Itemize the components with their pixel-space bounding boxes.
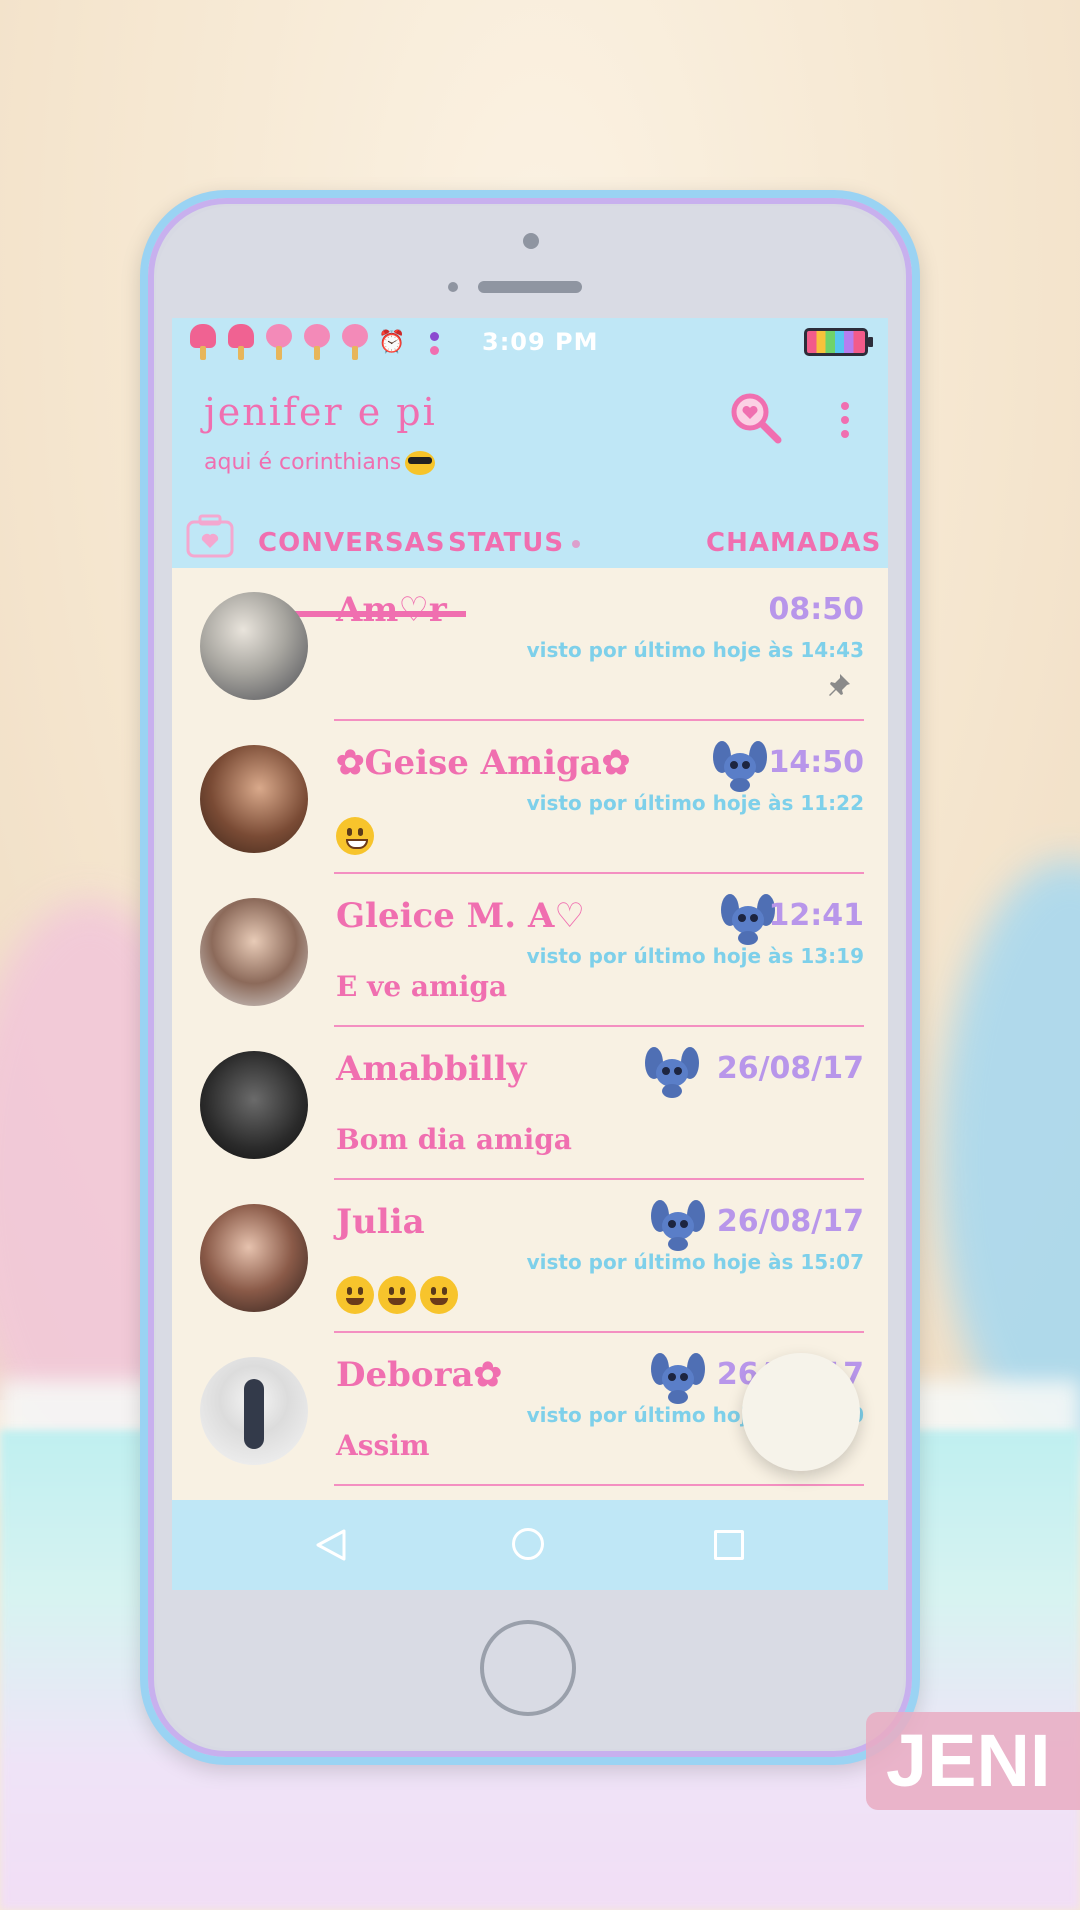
tab-chamadas[interactable]: CHAMADAS — [706, 528, 881, 558]
signal-icon — [427, 324, 441, 362]
phone-screen: ⏰ 3:09 PM jenifer e pi aqui é corinthian… — [172, 318, 888, 1590]
row-divider — [334, 1484, 864, 1486]
chat-time: 12:41 — [768, 898, 865, 933]
avatar[interactable] — [200, 592, 308, 700]
sensor-dot — [448, 282, 458, 292]
chat-name: Gleice M. A♡ — [336, 896, 585, 936]
avatar[interactable] — [200, 1357, 308, 1465]
chat-row[interactable]: Julia 26/08/17 visto por último hoje às … — [172, 1180, 888, 1333]
status-bar: ⏰ 3:09 PM — [172, 318, 888, 368]
stitch-sticker-icon — [651, 1200, 705, 1251]
tab-conversas[interactable]: CONVERSAS — [258, 528, 445, 558]
app-subtitle: aqui é corinthians — [204, 450, 436, 475]
avatar[interactable] — [200, 898, 308, 1006]
chat-row[interactable]: Gleice M. A♡ 12:41 visto por último hoje… — [172, 874, 888, 1027]
last-seen: visto por último hoje às 15:07 — [526, 1250, 864, 1274]
smile-emoji-icon — [420, 1276, 458, 1314]
icecream-icon — [302, 324, 332, 362]
alarm-icon: ⏰ — [378, 330, 406, 355]
last-seen: visto por último hoje às 14:43 — [526, 638, 864, 662]
avatar[interactable] — [200, 1051, 308, 1159]
watermark-badge: JENI — [866, 1712, 1080, 1810]
status-time: 3:09 PM — [482, 328, 599, 356]
last-seen: visto por último hoje às 11:22 — [526, 791, 864, 815]
chat-name: Amabbilly — [336, 1049, 527, 1089]
last-seen: visto por último hoje às 13:19 — [526, 944, 864, 968]
tab-status[interactable]: STATUS — [448, 528, 581, 558]
popsicle-icon — [188, 324, 218, 362]
stitch-sticker-icon — [645, 1047, 699, 1098]
chat-preview: Bom dia amiga — [336, 1123, 572, 1156]
icecream-icon — [264, 324, 294, 362]
chat-preview: E ve amiga — [336, 970, 508, 1003]
chat-name: ✿Geise Amiga✿ — [336, 743, 631, 783]
stitch-sticker-icon — [713, 741, 767, 792]
chat-time: 14:50 — [768, 745, 865, 780]
chat-list: Am♡r 08:50 visto por último hoje às 14:4… — [172, 568, 888, 1486]
chat-time: 26/08/17 — [716, 1204, 864, 1239]
chat-name: Julia — [336, 1202, 425, 1242]
navigation-bar — [172, 1500, 888, 1590]
chat-name: Debora✿ — [336, 1355, 502, 1395]
home-icon[interactable] — [512, 1528, 544, 1560]
chat-preview: Assim — [336, 1429, 430, 1462]
new-chat-button[interactable] — [742, 1353, 860, 1471]
app-header: jenifer e pi aqui é corinthians CONVERSA… — [172, 368, 888, 617]
earpiece-speaker — [478, 281, 582, 293]
stitch-sticker-icon — [651, 1353, 705, 1404]
app-title: jenifer e pi — [204, 390, 437, 434]
recent-apps-icon[interactable] — [714, 1530, 744, 1560]
chat-name: Am♡r — [336, 590, 447, 630]
app-subtitle-text: aqui é corinthians — [204, 450, 402, 475]
pin-icon — [829, 674, 850, 696]
chat-preview — [336, 1276, 462, 1314]
hardware-home-button[interactable] — [480, 1620, 576, 1716]
avatar[interactable] — [200, 745, 308, 853]
chat-preview — [336, 817, 378, 855]
chat-time: 08:50 — [768, 592, 865, 627]
chat-row[interactable]: Am♡r 08:50 visto por último hoje às 14:4… — [172, 568, 888, 721]
more-options-icon[interactable] — [840, 402, 850, 442]
smile-emoji-icon — [336, 1276, 374, 1314]
status-update-dot — [572, 539, 581, 548]
chat-time: 26/08/17 — [716, 1051, 864, 1086]
battery-icon — [804, 328, 873, 356]
icecream-icon — [340, 324, 370, 362]
chat-row[interactable]: Amabbilly 26/08/17 Bom dia amiga — [172, 1027, 888, 1180]
sunglasses-emoji-icon — [405, 451, 436, 475]
avatar[interactable] — [200, 1204, 308, 1312]
notification-icons: ⏰ — [188, 324, 441, 362]
smile-emoji-icon — [378, 1276, 416, 1314]
front-camera — [523, 233, 539, 249]
tab-status-label: STATUS — [448, 528, 565, 558]
back-icon[interactable] — [314, 1528, 348, 1562]
grinning-emoji-icon — [336, 817, 374, 855]
chat-row[interactable]: ✿Geise Amiga✿ 14:50 visto por último hoj… — [172, 721, 888, 874]
camera-tab-icon[interactable] — [186, 514, 234, 558]
search-icon[interactable] — [728, 390, 784, 446]
popsicle-icon — [226, 324, 256, 362]
